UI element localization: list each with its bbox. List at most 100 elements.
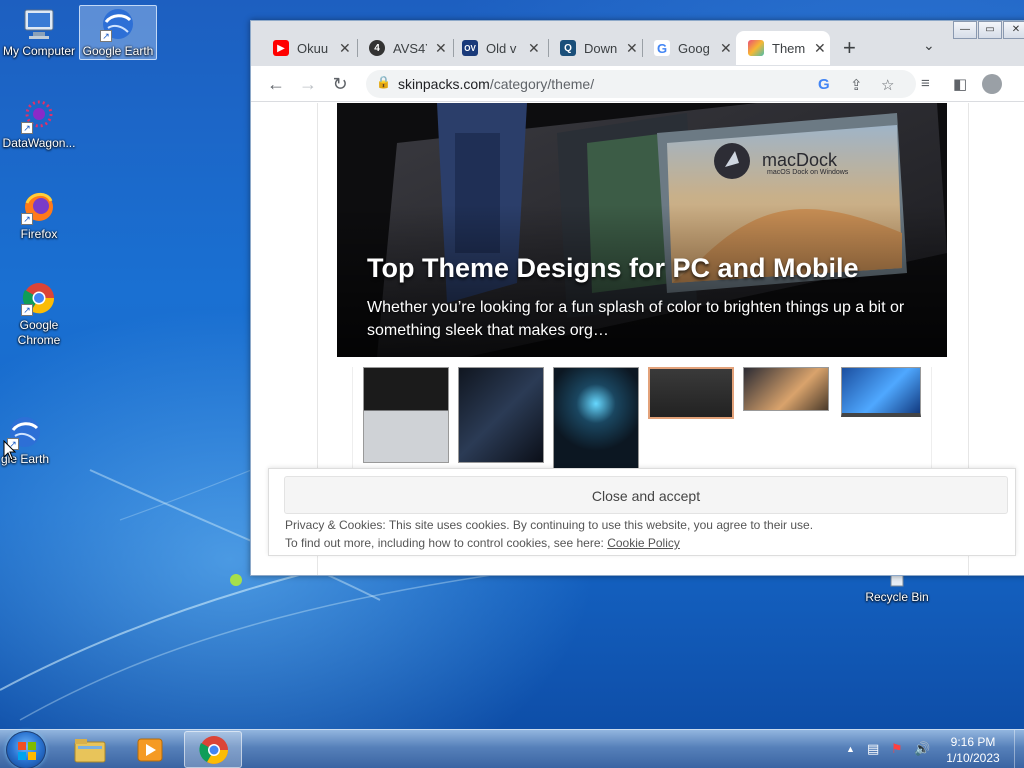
tab-title: Goog	[678, 40, 710, 56]
desktop-icon-label: Recycle Bin	[865, 590, 929, 604]
tray-overflow-arrow-icon[interactable]: ▲	[846, 744, 855, 754]
chrome-icon: ↗	[21, 280, 57, 316]
hero-badge-title: macDock	[762, 150, 838, 170]
datawagon-icon: ↗	[21, 98, 57, 134]
tab-search-chevron-icon[interactable]: ⌄	[923, 37, 935, 54]
shortcut-arrow-icon: ↗	[21, 122, 33, 134]
hero-banner[interactable]: macDock macOS Dock on Windows Top Theme …	[337, 103, 947, 357]
lock-icon: 🔒	[376, 75, 391, 89]
shortcut-arrow-icon: ↗	[100, 30, 112, 42]
desktop-icon-label: DataWagon...	[2, 136, 76, 150]
hero-badge-subtitle: macOS Dock on Windows	[767, 169, 849, 176]
theme-thumbnail[interactable]	[458, 367, 544, 463]
cookie-banner: Close and accept Privacy & Cookies: This…	[268, 468, 1016, 556]
theme-thumbnail[interactable]	[648, 367, 734, 419]
desktop-icon-google-chrome[interactable]: ↗ Google Chrome	[0, 280, 78, 348]
clock-date: 1/10/2023	[946, 751, 1000, 765]
reading-list-icon[interactable]: ≡	[921, 75, 930, 92]
tab-oldversion[interactable]: OV Old v ✕	[450, 31, 544, 65]
side-panel-icon[interactable]: ◧	[953, 75, 967, 93]
folder-icon	[74, 739, 106, 763]
tab-title: Down	[584, 40, 618, 56]
oldversion-icon: OV	[462, 40, 478, 56]
profile-avatar-icon[interactable]	[982, 74, 1002, 94]
address-bar[interactable]: 🔒 skinpacks.com/category/theme/ G ⇪ ☆	[366, 70, 916, 98]
close-icon[interactable]: ✕	[528, 40, 540, 57]
network-icon[interactable]: ▤	[867, 741, 879, 757]
desktop-icon-label: Google Chrome	[17, 318, 61, 347]
tab-title: Okuu	[297, 40, 329, 56]
tab-youtube[interactable]: ▶ Okuu ✕	[261, 31, 355, 65]
close-icon[interactable]: ✕	[339, 40, 351, 57]
clock-time: 9:16 PM	[950, 735, 996, 749]
windows-logo-icon	[18, 742, 36, 760]
hero-description: Whether you’re looking for a fun splash …	[367, 299, 905, 339]
url-text: skinpacks.com/category/theme/	[398, 76, 594, 92]
desktop-icon-my-computer[interactable]: My Computer	[0, 6, 78, 59]
share-icon[interactable]: ⇪	[850, 76, 863, 94]
system-clock[interactable]: 9:16 PM 1/10/2023	[940, 734, 1006, 766]
google-lens-icon[interactable]: G	[818, 76, 830, 93]
tab-title: AVS4Y	[393, 40, 427, 56]
taskbar: ▲ ▤ ⚑ 🔊 9:16 PM 1/10/2023	[0, 729, 1024, 768]
theme-thumbnail[interactable]	[553, 367, 639, 471]
desktop-icon-label: Firefox	[20, 227, 58, 241]
firefox-icon: ↗	[21, 189, 57, 225]
taskbar-explorer-button[interactable]	[60, 731, 118, 768]
cookie-notice-text: Privacy & Cookies: This site uses cookie…	[285, 518, 814, 532]
action-center-flag-icon[interactable]: ⚑	[891, 741, 903, 757]
bookmark-star-icon[interactable]: ☆	[881, 76, 894, 94]
computer-icon	[21, 6, 57, 42]
browser-toolbar: ← → ↻ 🔒 skinpacks.com/category/theme/ G …	[251, 66, 1024, 102]
desktop-icon-label: Google Earth	[82, 44, 154, 58]
close-icon[interactable]: ✕	[720, 40, 732, 57]
close-icon[interactable]: ✕	[435, 40, 447, 57]
close-icon[interactable]: ✕	[814, 40, 826, 57]
download-icon: Q	[560, 40, 576, 56]
mouse-cursor-icon	[3, 439, 17, 467]
reload-icon[interactable]: ↻	[328, 72, 352, 96]
desktop-icon-datawagon[interactable]: ↗ DataWagon...	[0, 98, 78, 151]
shortcut-arrow-icon: ↗	[21, 213, 33, 225]
url-path: /category/theme/	[489, 76, 595, 92]
skinpacks-icon	[748, 40, 764, 56]
tab-strip: ▶ Okuu ✕ 4 AVS4Y ✕ OV Old v ✕ Q Down ✕ G…	[251, 21, 1024, 66]
back-arrow-icon[interactable]: ←	[264, 72, 288, 96]
youtube-icon: ▶	[273, 40, 289, 56]
desktop-icon-label: My Computer	[2, 44, 76, 58]
taskbar-chrome-button[interactable]	[184, 731, 242, 768]
start-button[interactable]	[6, 731, 46, 768]
minimize-button[interactable]: —	[953, 21, 977, 39]
google-earth-icon: ↗	[100, 6, 136, 42]
cookie-policy-link[interactable]: Cookie Policy	[607, 536, 680, 550]
google-icon: G	[654, 40, 670, 56]
taskbar-media-player-button[interactable]	[121, 731, 179, 768]
chrome-icon	[199, 736, 228, 764]
desktop-icon-google-earth[interactable]: ↗ Google Earth	[79, 5, 157, 60]
tab-download[interactable]: Q Down ✕	[548, 31, 642, 65]
volume-icon[interactable]: 🔊	[914, 741, 930, 757]
tab-google[interactable]: G Goog ✕	[642, 31, 736, 65]
theme-thumbnail[interactable]	[743, 367, 829, 411]
shortcut-arrow-icon: ↗	[21, 304, 33, 316]
tab-title: Them	[772, 40, 806, 56]
media-player-icon	[137, 738, 163, 762]
url-host: skinpacks.com	[398, 76, 490, 92]
new-tab-button[interactable]: +	[843, 35, 856, 61]
maximize-button[interactable]: ▭	[978, 21, 1002, 39]
theme-thumbnail[interactable]	[841, 367, 921, 417]
cookie-policy-prefix: To find out more, including how to contr…	[285, 536, 608, 550]
close-and-accept-button[interactable]: Close and accept	[284, 476, 1008, 514]
show-desktop-button[interactable]	[1014, 730, 1024, 768]
theme-thumbnail[interactable]	[363, 367, 449, 463]
tab-avs4you[interactable]: 4 AVS4Y ✕	[357, 31, 451, 65]
tab-title: Old v	[486, 40, 517, 56]
close-window-button[interactable]: ✕	[1003, 21, 1024, 39]
avs4you-icon: 4	[369, 40, 385, 56]
forward-arrow-icon[interactable]: →	[296, 72, 320, 96]
desktop-icon-firefox[interactable]: ↗ Firefox	[0, 189, 78, 242]
close-icon[interactable]: ✕	[626, 40, 638, 57]
hero-title[interactable]: Top Theme Designs for PC and Mobile	[367, 253, 859, 284]
cookie-policy-text: To find out more, including how to contr…	[285, 536, 680, 550]
tab-skinpacks-themes[interactable]: Them ✕	[736, 31, 830, 65]
